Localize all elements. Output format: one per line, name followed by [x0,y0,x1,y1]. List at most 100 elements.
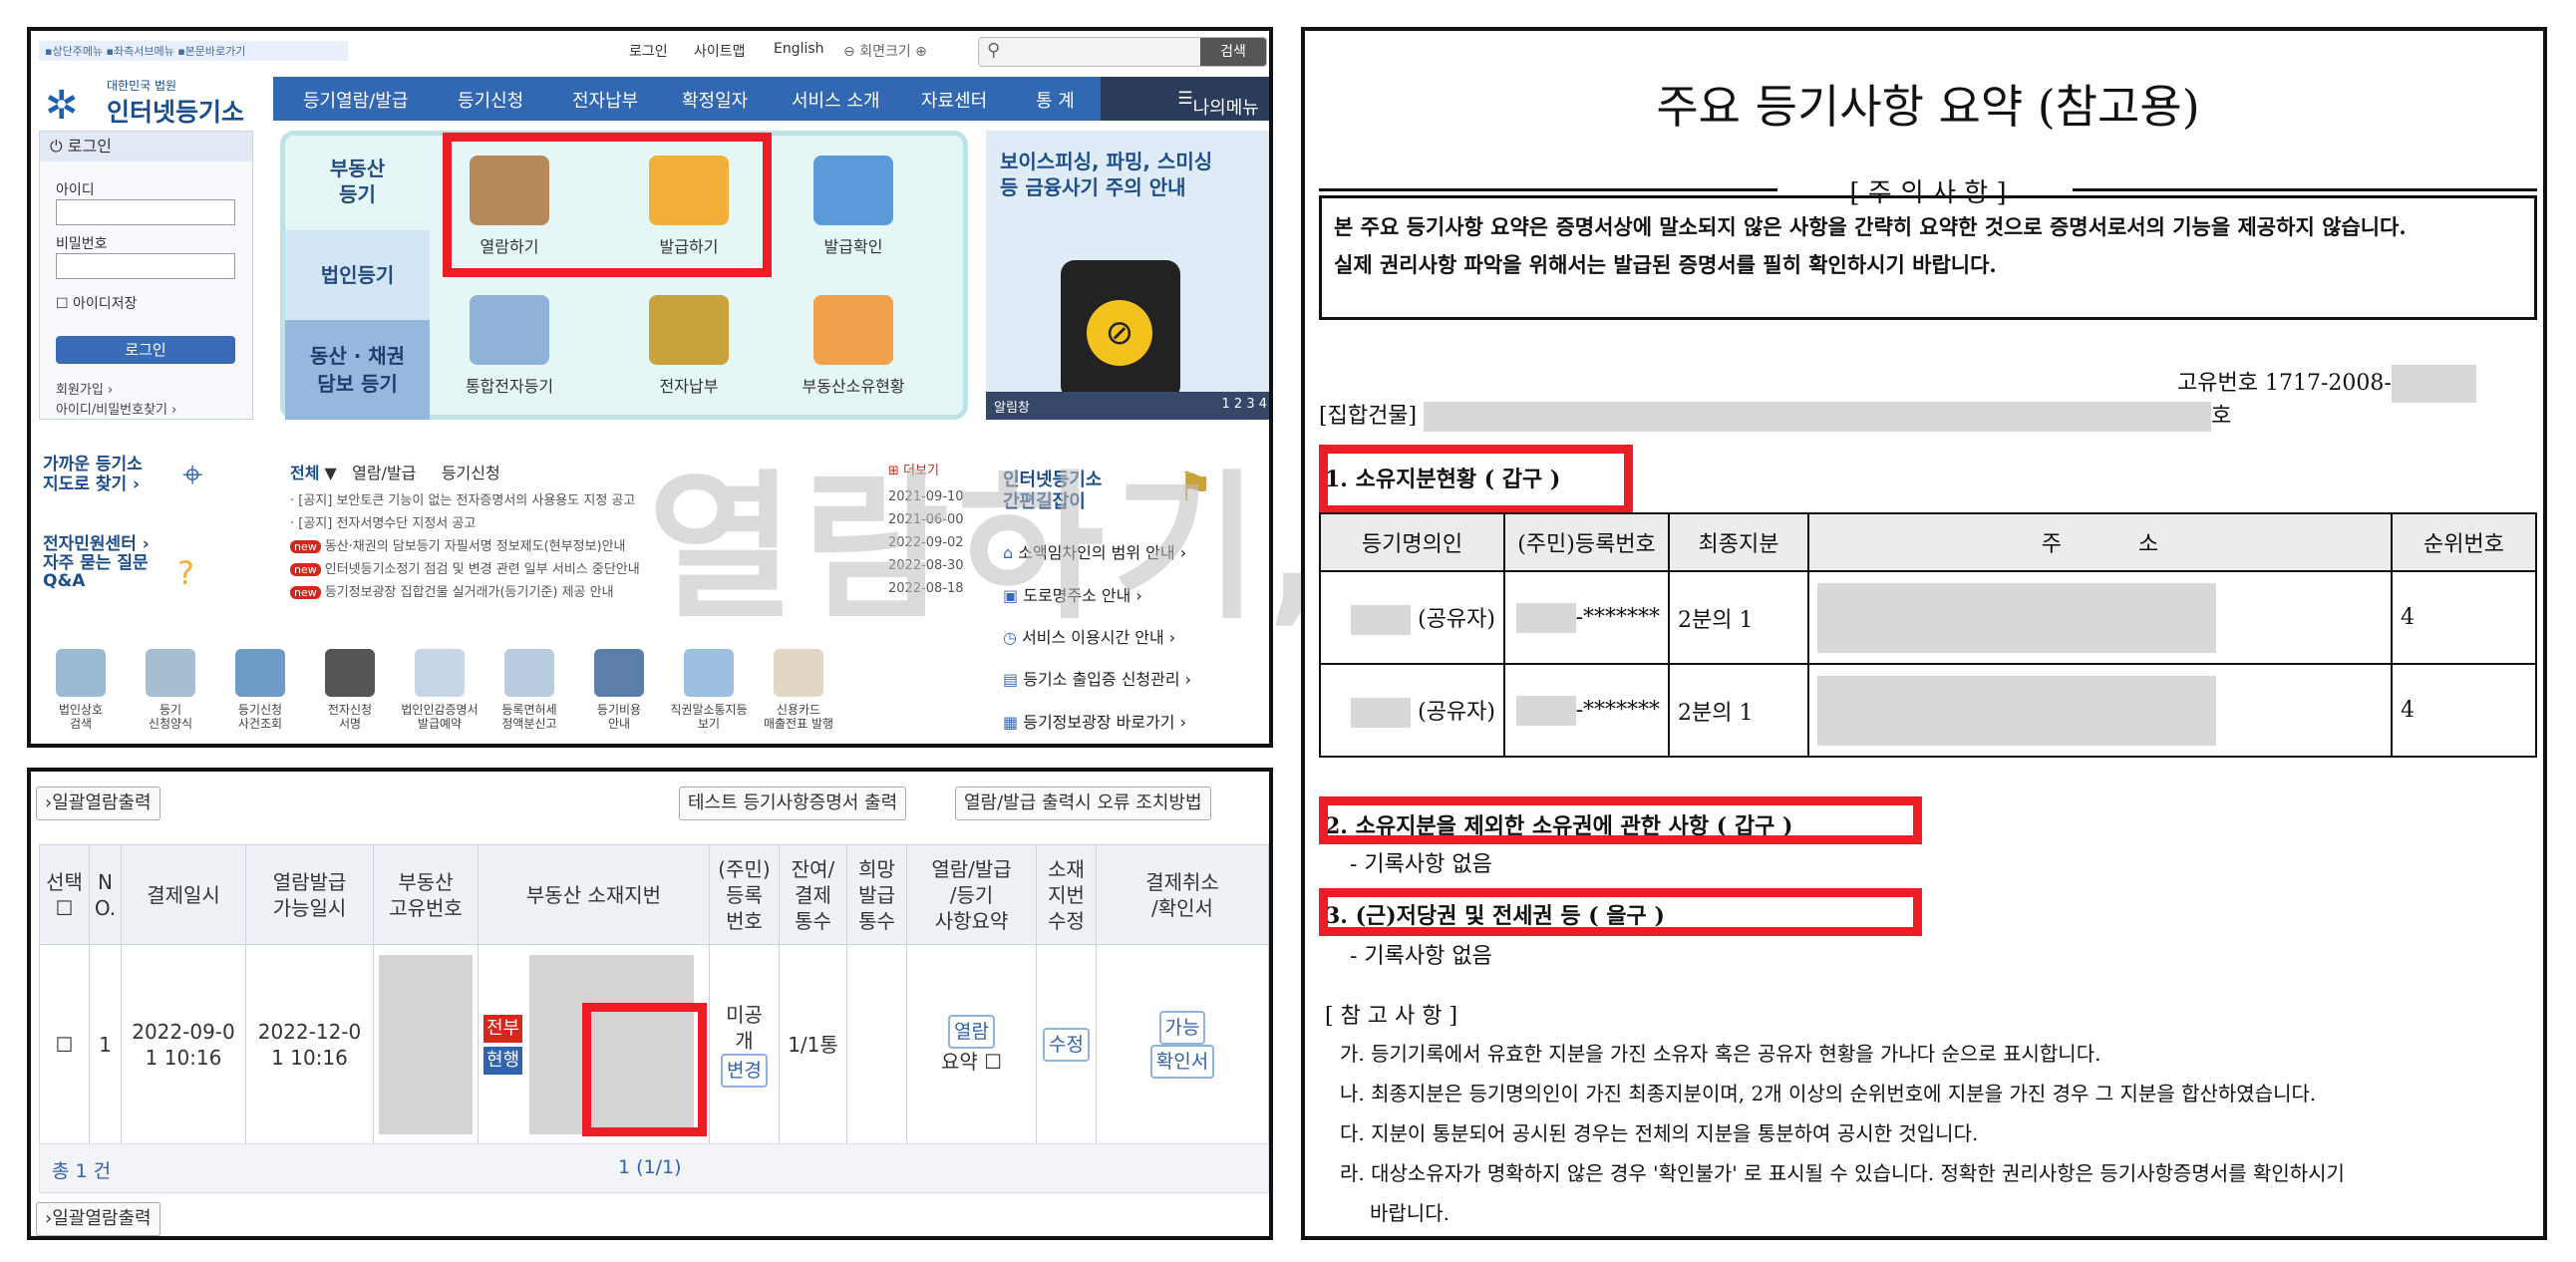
view-icon-item[interactable]: 열람하기 [450,156,569,257]
notice-item[interactable]: new 인터넷등기소정기 점검 및 변경 관련 일부 서비스 중단안내 [290,558,640,577]
fraud-banner[interactable]: 보이스피싱, 파밍, 스미싱 등 금융사기 주의 안내 ⊘ 알림창 1 2 3 … [986,131,1269,420]
issue-icon-item[interactable]: 발급하기 [629,156,749,257]
pw-input[interactable] [56,253,235,279]
view-button[interactable]: 열람 [948,1014,995,1049]
nav-item[interactable]: 등기신청 [458,87,523,113]
fix-button[interactable]: 수정 [1043,1027,1090,1062]
col-unique: 부동산 고유번호 [373,844,479,945]
save-id-checkbox[interactable]: ☐ 아이디저장 [56,293,137,313]
bottom-shortcut[interactable]: 직권말소통지등 보기 [664,649,754,731]
ownership-label: 부동산소유현황 [802,377,905,396]
nav-item[interactable]: 등기열람/발급 [303,87,408,113]
view-label: 열람하기 [480,237,539,256]
notice-item[interactable]: · [공지] 전자서명수단 지정서 공고 [290,512,476,531]
more-link[interactable]: ⊞ 더보기 [888,460,939,478]
quick-link[interactable]: ◷ 서비스 이용시간 안내 › [1003,624,1175,648]
new-badge: new [290,540,321,553]
sitemap-link[interactable]: 사이트맵 [694,41,746,61]
tab-apply[interactable]: 등기신청 [442,464,500,482]
col-select: 선택 ☐ [39,844,90,945]
nav-item[interactable]: 확정일자 [682,87,748,113]
login-button[interactable]: 로그인 [56,336,235,364]
quick-link[interactable]: ▦ 등기정보광장 바로가기 › [1003,709,1186,733]
quick-link[interactable]: ▣ 도로명주소 안내 › [1003,582,1142,606]
cat-movable[interactable]: 동산 · 채권 담보 등기 [285,320,430,420]
login-link[interactable]: 로그인 [629,41,668,61]
e-registry-item[interactable]: 통합전자등기 [450,295,569,397]
tag-full: 전부 [483,1014,523,1043]
section-3-note: - 기록사항 없음 [1350,944,1492,969]
reference-item: 바랍니다. [1370,1201,1449,1225]
certificate-button[interactable]: 확인서 [1149,1044,1215,1079]
row-reg: -******* [1503,570,1670,665]
bottom-shortcut[interactable]: 등기 신청양식 [126,649,215,731]
service-menu: 부동산 등기 법인등기 동산 · 채권 담보 등기 열람하기 발급하기 발급확인… [280,131,968,420]
notice-item[interactable]: new 등기정보광장 집합건물 실거래가(등기기준) 제공 안내 [290,581,614,600]
batch-print-button[interactable]: ›일괄열람출력 [36,787,161,820]
printer-icon [649,156,729,225]
quick-link[interactable]: ▤ 등기소 출입증 신청관리 › [1003,666,1191,690]
banner-title: 보이스피싱, 파밍, 스미싱 등 금융사기 주의 안내 [1000,150,1213,199]
nav-item[interactable]: 전자납부 [572,87,638,113]
bottom-shortcut[interactable]: 전자신청 서명 [305,649,395,731]
view-list-table: 선택 ☐ N O. 결제일시 열람발급 가능일시 부동산 고유번호 부동산 소재지… [39,844,1269,1144]
pager[interactable]: 1 (1/1) [618,1156,682,1178]
tab-all[interactable]: 전체 [290,464,319,482]
bottom-shortcut[interactable]: 등기비용 안내 [574,649,664,731]
th-address: 주 소 [1807,512,2393,572]
col-regno: (주민) 등록 번호 [709,844,780,945]
col-no: N O. [89,844,122,945]
notice-item[interactable]: · [공지] 보안토큰 기능이 없는 전자증명서의 사용용도 지정 공고 [290,489,635,508]
banner-pager[interactable]: 1 2 3 4 [1222,397,1267,412]
my-menu-button[interactable]: ☰ 나의메뉴 [1101,77,1269,121]
table-row: (공유자) -******* 2분의 1 4 [1319,663,2537,758]
nearby-office-link[interactable]: 가까운 등기소 지도로 찾기 › [43,455,143,494]
bottom-shortcut[interactable]: 법인상호 검색 [36,649,126,731]
guide-link[interactable]: 인터넷등기소 간편길잡이 [1003,470,1202,513]
receipt-icon [774,649,823,697]
cat-realestate[interactable]: 부동산 등기 [285,156,430,225]
window-icon [235,649,285,697]
change-button[interactable]: 변경 [721,1053,768,1088]
quick-link[interactable]: ⌂ 소액임차인의 범위 안내 › [1003,539,1186,563]
cat-corp[interactable]: 법인등기 [285,230,430,320]
col-wish: 희망 발급 통수 [846,844,907,945]
zoom-control[interactable]: ⊖ 회면크기 ⊕ [843,41,927,61]
nav-item[interactable]: 통 계 [1036,87,1075,113]
message-icon [684,649,734,697]
faq-link[interactable]: 자주 묻는 질문 Q&A [43,554,149,590]
skip-links[interactable]: ▪상단주메뉴 ▪좌측서브메뉴 ▪본문바로가기 [39,41,348,61]
nav-item[interactable]: 서비스 소개 [792,87,880,113]
bottom-shortcut[interactable]: 법인인감증명서 발급예약 [395,649,484,731]
th-holder: 등기명의인 [1319,512,1505,572]
available-button[interactable]: 가능 [1158,1010,1206,1045]
ownership-item[interactable]: 부동산소유현황 [794,295,913,397]
summary-checkbox[interactable]: ☐ [984,1050,1002,1074]
logo-sub: 대한민국 법원 [107,79,177,93]
join-link[interactable]: 회원가입 › [56,379,113,398]
row-address [1807,663,2393,758]
bottom-shortcut[interactable]: 등기신청 사건조회 [215,649,305,731]
row-checkbox[interactable]: ☐ [39,944,90,1144]
english-link[interactable]: English [774,41,824,57]
row-unique [373,944,479,1144]
notice-date: 2022-08-30 [888,558,964,573]
nav-item[interactable]: 자료센터 [921,87,987,113]
verify-icon-item[interactable]: 발급확인 [794,156,913,257]
bottom-shortcut[interactable]: 신용카드 매출전표 발행 [754,649,843,731]
search-input[interactable]: ⚲ 검색 [978,37,1267,67]
e-payment-item[interactable]: 전자납부 [629,295,749,397]
error-guide-button[interactable]: 열람/발급 출력시 오류 조치방법 [955,787,1211,820]
row-share: 2분의 1 [1668,663,1809,758]
id-input[interactable] [56,199,235,225]
question-icon: ? [177,554,194,592]
pw-label: 비밀번호 [56,236,108,252]
search-button[interactable]: 검색 [1200,38,1266,66]
find-account-link[interactable]: 아이디/비밀번호찾기 › [56,399,176,418]
batch-print-button-bottom[interactable]: ›일괄열람출력 [36,1202,161,1236]
bottom-shortcut[interactable]: 등록면허세 정액분신고 [484,649,574,731]
test-print-button[interactable]: 테스트 등기사항증명서 출력 [679,787,907,820]
civil-center-link[interactable]: 전자민원센터 › [43,529,150,554]
notice-item[interactable]: new 동산·채권의 담보등기 자필서명 정보제도(현부정보)안내 [290,535,626,554]
tab-view[interactable]: 열람/발급 [352,464,416,482]
